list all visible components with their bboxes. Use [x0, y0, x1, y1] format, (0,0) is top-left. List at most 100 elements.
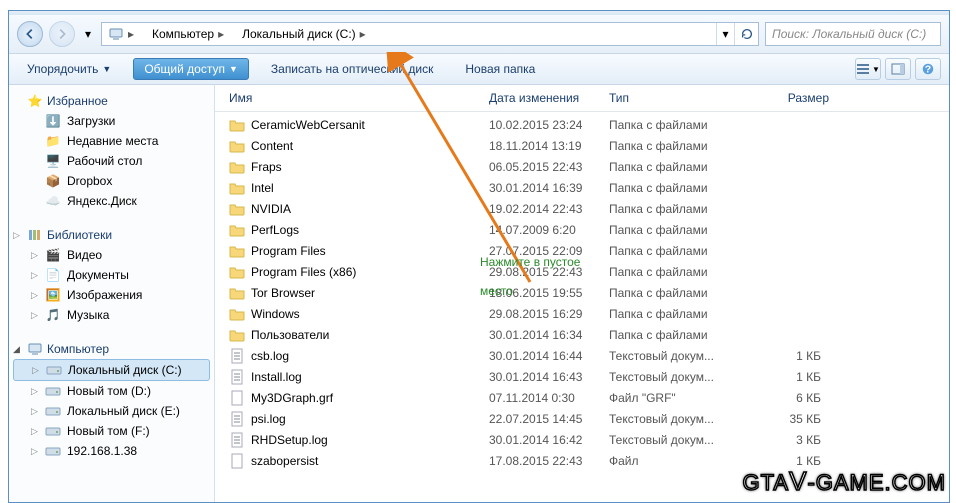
organize-button[interactable]: Упорядочить▼ [17, 59, 121, 79]
sidebar-item-label: Документы [67, 268, 129, 282]
fav-icon: ☁️ [45, 193, 61, 209]
sidebar-lib-item[interactable]: 🎵 Музыка [9, 305, 214, 325]
file-date: 30.01.2014 16:43 [489, 370, 609, 384]
file-row[interactable]: My3DGraph.grf07.11.2014 0:30Файл "GRF"6 … [215, 387, 949, 408]
refresh-button[interactable] [734, 23, 758, 45]
file-size: 1 КБ [749, 370, 829, 384]
file-row[interactable]: CeramicWebCersanit 10.02.2015 23:24Папка … [215, 114, 949, 135]
file-name: Пользователи [251, 328, 329, 342]
fav-icon: 🖥️ [45, 153, 61, 169]
sidebar-drive-item[interactable]: Локальный диск (E:) [9, 401, 214, 421]
file-type: Папка с файлами [609, 118, 749, 132]
sidebar-favorites[interactable]: ⭐ Избранное [9, 91, 214, 111]
file-row[interactable]: RHDSetup.log30.01.2014 16:42Текстовый до… [215, 429, 949, 450]
file-name: NVIDIA [251, 202, 291, 216]
sidebar-fav-item[interactable]: 📁Недавние места [9, 131, 214, 151]
newfolder-button[interactable]: Новая папка [455, 59, 545, 79]
breadcrumb-computer[interactable]: Компьютер ▸ [146, 23, 236, 45]
file-row[interactable]: Program Files (x86)29.08.2015 22:43Папка… [215, 261, 949, 282]
lib-icon: 🎵 [45, 307, 61, 323]
sidebar-fav-item[interactable]: ⬇️Загрузки [9, 111, 214, 131]
sidebar-drive-item[interactable]: Локальный диск (C:) [13, 359, 210, 381]
file-list[interactable]: CeramicWebCersanit10.02.2015 23:24Папка … [215, 112, 949, 502]
file-row[interactable]: PerfLogs14.07.2009 6:20Папка с файлами [215, 219, 949, 240]
sidebar-fav-item[interactable]: 📦Dropbox [9, 171, 214, 191]
file-size: 1 КБ [749, 349, 829, 363]
sidebar-lib-item[interactable]: 🖼️Изображения [9, 285, 214, 305]
file-row[interactable]: NVIDIA19.02.2014 22:43Папка с файлами [215, 198, 949, 219]
burn-button[interactable]: Записать на оптический диск [261, 59, 444, 79]
file-icon [229, 264, 245, 280]
file-row[interactable]: Install.log30.01.2014 16:43Текстовый док… [215, 366, 949, 387]
toolbar: Упорядочить▼ Общий доступ▼ Записать на о… [9, 54, 949, 85]
computer-icon [108, 26, 124, 42]
file-type: Папка с файлами [609, 181, 749, 195]
sidebar-libraries[interactable]: Библиотеки [9, 225, 214, 245]
file-size: 35 КБ [749, 412, 829, 426]
sidebar-lib-item[interactable]: 🎬Видео [9, 245, 214, 265]
file-row[interactable]: Пользователи30.01.2014 16:34Папка с файл… [215, 324, 949, 345]
breadcrumb-drive[interactable]: Локальный диск (C:) ▸ [236, 23, 378, 45]
file-row[interactable]: Program Files27.07.2015 22:09Папка с фай… [215, 240, 949, 261]
navigation-pane[interactable]: ⭐ Избранное ⬇️Загрузки📁Недавние места🖥️Р… [9, 85, 215, 502]
sidebar-item-label: Локальный диск (C:) [68, 363, 182, 377]
file-date: 30.01.2014 16:44 [489, 349, 609, 363]
svg-text:?: ? [925, 64, 931, 76]
preview-pane-button[interactable] [885, 58, 911, 80]
file-row[interactable]: Windows29.08.2015 16:29Папка с файлами [215, 303, 949, 324]
address-bar[interactable]: ▸ Компьютер ▸ Локальный диск (C:) ▸ ▾ [101, 22, 759, 46]
file-row[interactable]: Intel30.01.2014 16:39Папка с файлами [215, 177, 949, 198]
col-type[interactable]: Тип [609, 91, 749, 105]
file-row[interactable]: Content18.11.2014 13:19Папка с файлами [215, 135, 949, 156]
sidebar-item-label: Загрузки [67, 114, 115, 128]
file-size: 3 КБ [749, 433, 829, 447]
search-placeholder: Поиск: Локальный диск (C:) [772, 27, 926, 41]
file-icon [229, 159, 245, 175]
nav-row: ▾ ▸ Компьютер ▸ Локальный диск (C:) ▸ ▾ [9, 15, 949, 54]
lib-icon: 🎬 [45, 247, 61, 263]
sidebar-drive-item[interactable]: Новый том (F:) [9, 421, 214, 441]
history-dropdown[interactable]: ▾ [81, 24, 95, 44]
file-date: 30.01.2014 16:39 [489, 181, 609, 195]
sidebar-item-label: Музыка [67, 308, 109, 322]
address-dropdown[interactable]: ▾ [716, 23, 734, 45]
file-name: Fraps [251, 160, 282, 174]
breadcrumb-label: Локальный диск (C:) [242, 27, 356, 41]
file-type: Папка с файлами [609, 223, 749, 237]
column-headers[interactable]: Имя Дата изменения Тип Размер [215, 85, 949, 112]
fav-icon: 📦 [45, 173, 61, 189]
file-row[interactable]: szabopersist17.08.2015 22:43Файл1 КБ [215, 450, 949, 471]
col-date[interactable]: Дата изменения [489, 91, 609, 105]
file-icon [229, 285, 245, 301]
file-row[interactable]: psi.log22.07.2015 14:45Текстовый докум..… [215, 408, 949, 429]
back-button[interactable] [17, 21, 43, 47]
file-row[interactable]: Tor Browser18.06.2015 19:55Папка с файла… [215, 282, 949, 303]
sidebar-drive-item[interactable]: Новый том (D:) [9, 381, 214, 401]
breadcrumb-root[interactable]: ▸ [102, 23, 146, 45]
sidebar-drive-item[interactable]: 192.168.1.38 [9, 441, 214, 461]
file-date: 10.02.2015 23:24 [489, 118, 609, 132]
sidebar-fav-item[interactable]: ☁️Яндекс.Диск [9, 191, 214, 211]
file-row[interactable]: Fraps06.05.2015 22:43Папка с файлами [215, 156, 949, 177]
file-type: Папка с файлами [609, 307, 749, 321]
help-button[interactable]: ? [915, 58, 941, 80]
col-name[interactable]: Имя [229, 91, 489, 105]
file-icon [229, 390, 245, 406]
drive-icon [45, 443, 61, 459]
sidebar-fav-item[interactable]: 🖥️Рабочий стол [9, 151, 214, 171]
file-name: CeramicWebCersanit [251, 118, 365, 132]
col-size[interactable]: Размер [749, 91, 829, 105]
file-name: csb.log [251, 349, 289, 363]
view-button[interactable]: ▼ [855, 58, 881, 80]
file-type: Папка с файлами [609, 160, 749, 174]
file-date: 07.11.2014 0:30 [489, 391, 609, 405]
share-button[interactable]: Общий доступ▼ [133, 58, 249, 80]
sidebar-computer[interactable]: Компьютер [9, 339, 214, 359]
forward-button[interactable] [49, 21, 75, 47]
file-row[interactable]: csb.log30.01.2014 16:44Текстовый докум..… [215, 345, 949, 366]
sidebar-lib-item[interactable]: 📄Документы [9, 265, 214, 285]
file-date: 30.01.2014 16:34 [489, 328, 609, 342]
file-type: Файл [609, 454, 749, 468]
file-icon [229, 327, 245, 343]
search-input[interactable]: Поиск: Локальный диск (C:) [765, 22, 941, 46]
